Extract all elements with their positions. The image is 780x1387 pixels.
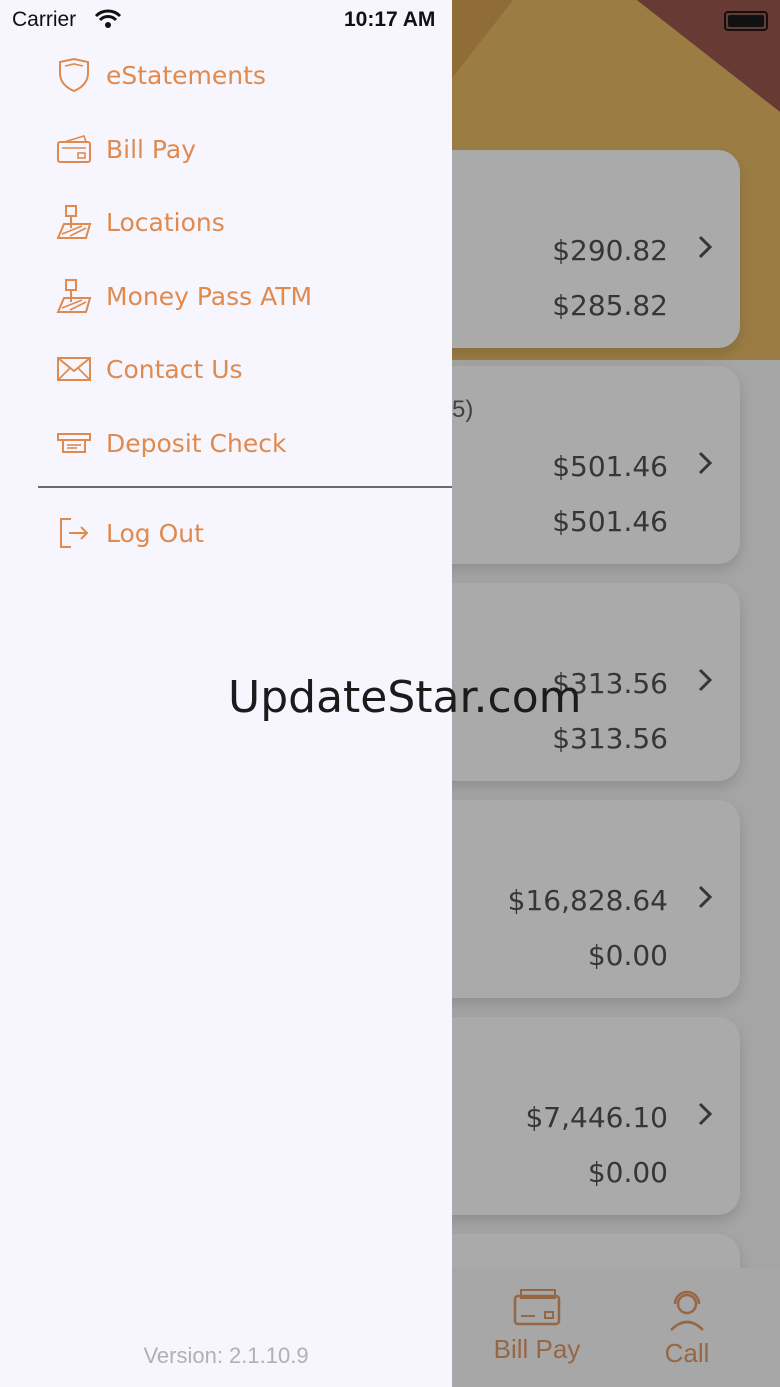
menu-item-label: Contact Us: [106, 354, 243, 384]
menu-item-money-pass-atm[interactable]: Money Pass ATM: [56, 271, 312, 321]
atm-map-icon: [56, 278, 92, 314]
menu-item-contact-us[interactable]: Contact Us: [56, 344, 243, 394]
wifi-icon: [94, 9, 122, 28]
menu-item-bill-pay[interactable]: Bill Pay: [56, 124, 196, 174]
shield-icon: [56, 57, 92, 93]
menu-item-label: eStatements: [106, 60, 266, 90]
watermark: UpdateStar.com: [228, 672, 582, 723]
menu-item-log-out[interactable]: Log Out: [56, 508, 204, 558]
map-pin-icon: [56, 204, 92, 240]
app-version: Version: 2.1.10.9: [143, 1343, 309, 1368]
menu-item-label: Money Pass ATM: [106, 281, 313, 311]
menu-item-locations[interactable]: Locations: [56, 197, 225, 247]
clock: 10:17 AM: [344, 8, 436, 31]
menu-item-deposit-check[interactable]: Deposit Check: [56, 418, 286, 468]
envelope-icon: [56, 351, 92, 387]
drawer-divider: [38, 486, 452, 488]
menu-item-label: Log Out: [106, 518, 204, 548]
carrier-label: Carrier: [12, 8, 77, 31]
menu-item-estatements[interactable]: eStatements: [56, 50, 266, 100]
status-bar: Carrier 10:17 AM: [0, 0, 780, 40]
bill-card-icon: [56, 131, 92, 167]
check-deposit-icon: [56, 425, 92, 461]
logout-icon: [56, 515, 92, 551]
menu-item-label: Deposit Check: [106, 428, 287, 458]
menu-item-label: Bill Pay: [106, 134, 197, 164]
battery-icon: [724, 11, 768, 31]
menu-item-label: Locations: [106, 207, 225, 237]
